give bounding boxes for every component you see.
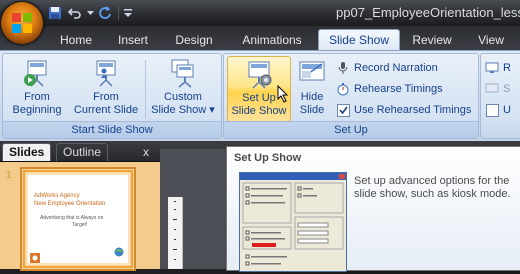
- thumb-subtitle-1: Advertising that is Always on: [40, 215, 104, 221]
- title-bar: pp07_EmployeeOrientation_less: [0, 0, 520, 26]
- from-current-label-1: From: [93, 91, 119, 103]
- slide-thumbnail-list: 1 AdWorks Agency New Employee Orientatio…: [0, 162, 160, 271]
- from-current-label-2: Current Slide: [73, 104, 139, 116]
- record-narration-button[interactable]: Record Narration: [336, 59, 438, 77]
- rehearse-timings-button[interactable]: Rehearse Timings: [336, 80, 443, 98]
- microphone-icon: [338, 62, 348, 74]
- set-up-group: Set Up Slide Show Hide Slide Record Narr…: [223, 53, 479, 139]
- ribbon: From Beginning From Current Slide Custom…: [0, 50, 520, 141]
- office-button[interactable]: [1, 2, 43, 44]
- custom-label-1: Custom: [164, 91, 202, 103]
- redo-icon[interactable]: [96, 4, 114, 22]
- from-beginning-icon: [24, 60, 47, 87]
- hide-slide-icon: [299, 61, 325, 81]
- monitor-item-2[interactable]: S: [485, 80, 510, 98]
- from-current-slide-button[interactable]: From Current Slide: [69, 56, 143, 120]
- use-rehearsed-timings-label: Use Rehearsed Timings: [354, 104, 472, 116]
- slides-pane: Slides Outline x 1 AdWorks Agency New Em…: [0, 141, 160, 271]
- from-beginning-label-1: From: [24, 91, 50, 103]
- set-up-show-dialog-preview: [239, 172, 347, 272]
- tab-slides[interactable]: Slides: [2, 143, 52, 161]
- monitor-item-2-label: S: [503, 83, 511, 95]
- stopwatch-icon: [337, 83, 349, 96]
- window-title: pp07_EmployeeOrientation_less: [336, 5, 520, 20]
- qat-separator: [118, 6, 119, 20]
- start-slide-show-group-label: Start Slide Show: [3, 121, 221, 138]
- slide-thumbnail[interactable]: AdWorks Agency New Employee Orientation …: [20, 167, 136, 271]
- from-beginning-button[interactable]: From Beginning: [5, 56, 69, 120]
- hide-slide-label-2: Slide: [299, 104, 325, 116]
- use-rehearsed-timings-checkbox[interactable]: Use Rehearsed Timings: [337, 101, 471, 119]
- custom-slide-show-icon: [171, 59, 194, 88]
- thumb-title-2: New Employee Orientation: [34, 201, 106, 207]
- set-up-label-1: Set Up: [242, 92, 276, 104]
- chevron-down-icon: ▾: [209, 104, 215, 116]
- quick-access-toolbar: [46, 4, 133, 22]
- slides-pane-tabs: Slides Outline x: [0, 141, 160, 162]
- mouse-pointer-icon: [277, 85, 289, 103]
- set-up-group-label: Set Up: [224, 121, 478, 138]
- slide-number: 1: [6, 170, 12, 181]
- record-narration-label: Record Narration: [354, 62, 438, 74]
- custom-slide-show-button[interactable]: Custom Slide Show ▾: [149, 56, 217, 120]
- show-on-icon: [485, 83, 499, 93]
- group-separator: [145, 60, 146, 118]
- thumb-title-1: AdWorks Agency: [34, 193, 80, 199]
- tab-review[interactable]: Review: [404, 30, 460, 50]
- thumb-subtitle-2: Target!: [72, 222, 88, 228]
- monitors-group: R S U: [480, 53, 520, 139]
- tab-slide-show[interactable]: Slide Show: [318, 29, 400, 51]
- ribbon-tab-row: Home Insert Design Animations Slide Show…: [0, 26, 520, 51]
- ruler-ticks: [173, 201, 177, 260]
- monitor-item-1[interactable]: R: [485, 59, 511, 77]
- start-slide-show-group: From Beginning From Current Slide Custom…: [2, 53, 222, 139]
- checkbox-icon[interactable]: [486, 103, 499, 117]
- tab-home[interactable]: Home: [48, 30, 104, 50]
- set-up-label-2: Slide Show: [231, 105, 287, 117]
- monitor-item-1-label: R: [503, 62, 511, 74]
- undo-icon[interactable]: [66, 4, 84, 22]
- resolution-icon: [485, 62, 499, 73]
- checkmark-icon[interactable]: [337, 103, 350, 117]
- monitor-item-3[interactable]: U: [486, 101, 511, 119]
- tooltip-title: Set Up Show: [234, 152, 302, 164]
- set-up-slide-show-icon: [248, 61, 272, 89]
- tab-animations[interactable]: Animations: [228, 30, 316, 50]
- custom-label-2: Slide Show: [151, 104, 207, 116]
- target-icon: [30, 253, 40, 263]
- tooltip-description: Set up advanced options for the slide sh…: [354, 175, 511, 200]
- tab-outline[interactable]: Outline: [56, 143, 109, 161]
- dialog-preview-image: [240, 173, 346, 266]
- undo-dropdown-icon[interactable]: [86, 4, 94, 22]
- close-icon[interactable]: x: [143, 145, 149, 159]
- from-beginning-label-2: Beginning: [12, 104, 62, 116]
- save-icon[interactable]: [46, 4, 64, 22]
- tab-insert[interactable]: Insert: [106, 30, 160, 50]
- monitor-item-3-label: U: [503, 104, 511, 116]
- vertical-ruler: [168, 197, 183, 269]
- customize-qat-icon[interactable]: [123, 4, 133, 22]
- rehearse-timings-label: Rehearse Timings: [354, 83, 443, 95]
- hide-slide-label-1: Hide: [300, 91, 324, 103]
- globe-icon: [114, 247, 124, 257]
- tab-design[interactable]: Design: [164, 30, 224, 50]
- from-current-slide-icon: [96, 60, 116, 87]
- set-up-show-tooltip: Set Up Show Set up advanced options for …: [226, 146, 520, 272]
- office-logo-icon: [12, 13, 32, 33]
- hide-slide-button[interactable]: Hide Slide: [292, 56, 332, 120]
- tab-view[interactable]: View: [468, 30, 514, 50]
